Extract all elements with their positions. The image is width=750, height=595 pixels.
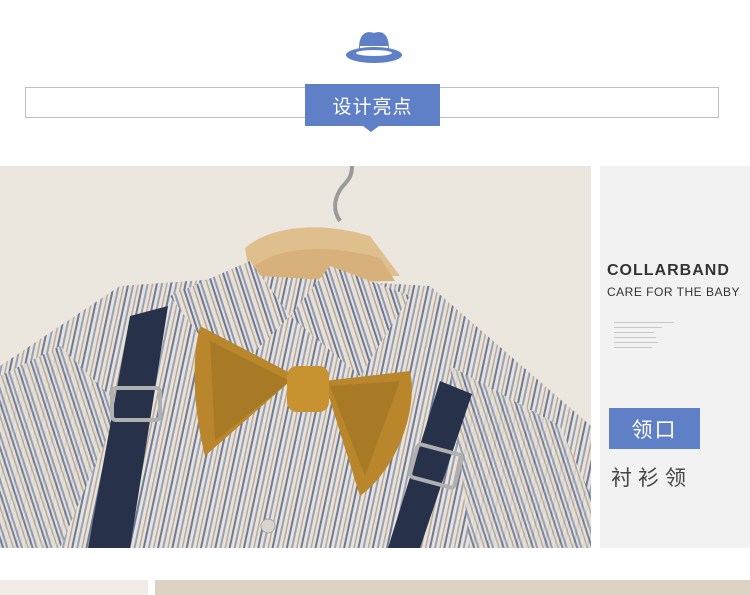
- feature-tag-subtitle: 衬衫领: [611, 466, 692, 490]
- feature-tag: 领口: [609, 408, 700, 449]
- panel-title: COLLARBAND: [607, 262, 730, 279]
- section-title: 设计亮点: [305, 84, 440, 132]
- decorative-text-block: [614, 322, 674, 352]
- next-image-right-edge: [155, 580, 750, 595]
- side-panel: COLLARBAND CARE FOR THE BABY 领口 衬衫领: [600, 166, 750, 548]
- product-photo: [0, 166, 591, 548]
- hat-icon: [346, 32, 402, 63]
- next-image-left-edge: [0, 580, 148, 595]
- panel-subtitle: CARE FOR THE BABY: [607, 285, 740, 299]
